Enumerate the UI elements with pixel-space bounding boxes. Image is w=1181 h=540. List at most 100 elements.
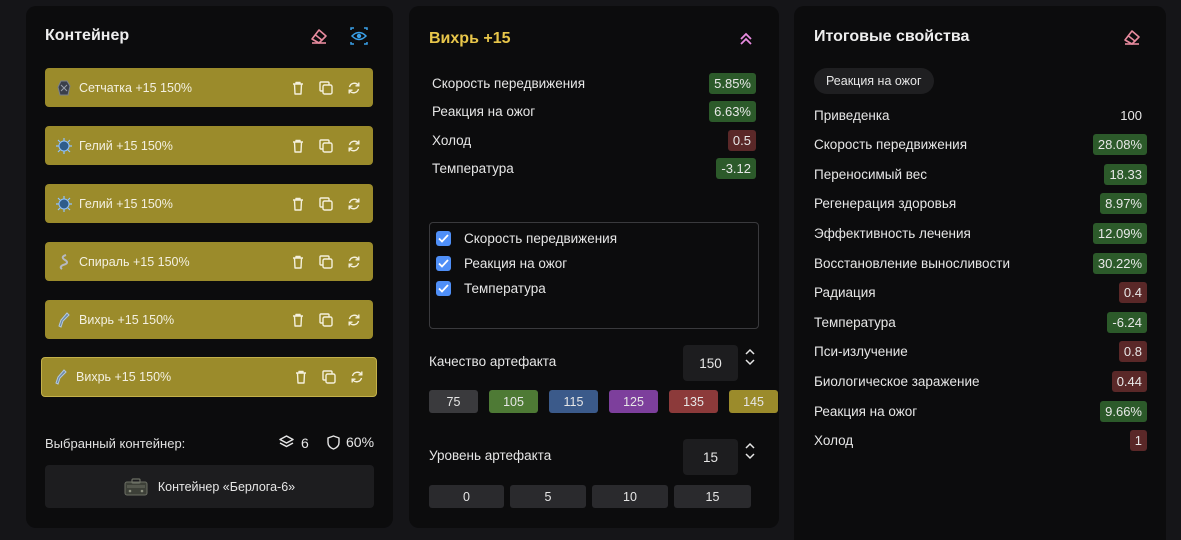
artifact-property-row: Холод 0.5 <box>432 128 756 152</box>
total-property-label: Биологическое заражение <box>814 373 980 389</box>
container-case-icon <box>124 477 148 497</box>
refresh-icon[interactable] <box>346 254 361 269</box>
total-property-label: Восстановление выносливости <box>814 255 1011 271</box>
container-item[interactable]: Гелий +15 150% <box>45 184 373 223</box>
trash-icon[interactable] <box>290 138 305 153</box>
slots-value: 6 <box>301 434 309 451</box>
total-property-label: Радиация <box>814 285 876 301</box>
property-filter-box: Скорость передвижения Реакция на ожог Темп… <box>429 222 759 329</box>
container-item[interactable]: Сетчатка +15 150% <box>45 68 373 107</box>
container-panel: Контейнер Сетчатка +15 150% Гелий +15 150… <box>26 6 393 528</box>
protection-value: 60% <box>346 434 375 450</box>
total-property-row: Радиация 0.4 <box>814 281 1147 305</box>
setchatka-artifact-icon <box>55 79 73 97</box>
active-filter-tag[interactable]: Реакция на ожог <box>814 68 934 94</box>
artifact-title: Вихрь +15 <box>429 30 511 47</box>
property-checkbox-row[interactable]: Реакция на ожог <box>436 256 567 271</box>
trash-icon[interactable] <box>290 254 305 269</box>
level-stepper[interactable] <box>742 442 758 460</box>
artifact-property-row: Реакция на ожог 6.63% <box>432 100 756 124</box>
quality-input[interactable]: 150 <box>683 345 738 381</box>
checkbox[interactable] <box>436 281 451 296</box>
quality-stepper[interactable] <box>742 348 758 366</box>
shield-icon <box>327 434 340 450</box>
chevron-up-icon[interactable] <box>745 442 755 449</box>
copy-icon[interactable] <box>318 80 333 95</box>
container-item[interactable]: Спираль +15 150% <box>45 242 373 281</box>
property-value: -3.12 <box>716 158 756 179</box>
level-preset-chip[interactable]: 0 <box>429 485 504 508</box>
level-input[interactable]: 15 <box>683 439 738 475</box>
total-property-row: Переносимый вес 18.33 <box>814 162 1147 186</box>
slots-stat: 6 <box>278 434 309 451</box>
property-checkbox-row[interactable]: Температура <box>436 281 546 296</box>
quality-preset-chip[interactable]: 145 <box>729 390 778 413</box>
container-item-label: Вихрь +15 150% <box>79 312 175 327</box>
total-property-value: 28.08% <box>1092 134 1147 156</box>
refresh-icon[interactable] <box>346 138 361 153</box>
total-property-value: 1 <box>1129 430 1147 452</box>
checkbox[interactable] <box>436 256 451 271</box>
container-item-label: Гелий +15 150% <box>79 196 173 211</box>
refresh-icon[interactable] <box>346 196 361 211</box>
total-property-value: 8.97% <box>1100 193 1147 215</box>
eye-icon[interactable] <box>347 25 371 47</box>
level-preset-chip[interactable]: 5 <box>510 485 586 508</box>
quality-preset-chip[interactable]: 115 <box>549 390 598 413</box>
refresh-icon[interactable] <box>349 370 364 385</box>
spiral-artifact-icon <box>55 253 73 271</box>
total-property-row: Реакция на ожог 9.66% <box>814 399 1147 423</box>
trash-icon[interactable] <box>293 370 308 385</box>
container-select-button[interactable]: Контейнер «Берлога-6» <box>45 465 374 508</box>
copy-icon[interactable] <box>318 312 333 327</box>
copy-icon[interactable] <box>318 254 333 269</box>
level-preset-chip[interactable]: 10 <box>592 485 668 508</box>
trash-icon[interactable] <box>290 196 305 211</box>
total-property-row: Холод 1 <box>814 429 1147 453</box>
refresh-icon[interactable] <box>346 312 361 327</box>
total-property-value: 0.4 <box>1118 282 1147 304</box>
chevron-up-icon[interactable] <box>745 348 755 355</box>
artifact-panel: Вихрь +15 Скорость передвижения 5.85% Реак… <box>409 6 779 528</box>
total-property-row: Регенерация здоровья 8.97% <box>814 192 1147 216</box>
container-item[interactable]: Гелий +15 150% <box>45 126 373 165</box>
geliy-artifact-icon <box>55 195 73 213</box>
copy-icon[interactable] <box>321 370 336 385</box>
total-property-value: 18.33 <box>1104 163 1147 185</box>
checkbox[interactable] <box>436 231 451 246</box>
collapse-icon[interactable] <box>737 30 755 48</box>
property-value: 5.85% <box>709 72 756 94</box>
property-label: Температура <box>432 161 514 176</box>
total-property-label: Скорость передвижения <box>814 137 968 153</box>
total-property-label: Пси-излучение <box>814 344 908 360</box>
total-property-row: Эффективность лечения 12.09% <box>814 221 1147 245</box>
copy-icon[interactable] <box>318 196 333 211</box>
total-property-row: Восстановление выносливости 30.22% <box>814 251 1147 275</box>
quality-preset-chip[interactable]: 135 <box>669 390 718 413</box>
eraser-icon[interactable] <box>1121 26 1143 48</box>
property-label: Скорость передвижения <box>432 75 586 91</box>
trash-icon[interactable] <box>290 80 305 95</box>
checkbox-label: Скорость передвижения <box>464 231 618 246</box>
property-checkbox-row[interactable]: Скорость передвижения <box>436 231 617 246</box>
container-item-label: Спираль +15 150% <box>79 254 190 269</box>
quality-preset-chip[interactable]: 105 <box>489 390 538 413</box>
refresh-icon[interactable] <box>346 80 361 95</box>
total-property-label: Температура <box>814 314 896 330</box>
chevron-down-icon[interactable] <box>745 453 755 460</box>
quality-preset-chip[interactable]: 75 <box>429 390 478 413</box>
trash-icon[interactable] <box>290 312 305 327</box>
container-item[interactable]: Вихрь +15 150% <box>45 300 373 339</box>
copy-icon[interactable] <box>318 138 333 153</box>
chevron-down-icon[interactable] <box>745 359 755 366</box>
total-property-label: Эффективность лечения <box>814 225 971 241</box>
property-label: Холод <box>432 132 472 148</box>
total-property-row: Скорость передвижения 28.08% <box>814 133 1147 157</box>
level-preset-chip[interactable]: 15 <box>674 485 751 508</box>
eraser-icon[interactable] <box>308 25 330 47</box>
protection-stat: 60% <box>327 434 374 450</box>
container-item[interactable]: Вихрь +15 150% <box>41 357 377 397</box>
quality-preset-chip[interactable]: 125 <box>609 390 658 413</box>
totals-panel: Итоговые свойства Реакция на ожог Привед… <box>794 6 1166 540</box>
quality-label: Качество артефакта <box>429 354 557 369</box>
